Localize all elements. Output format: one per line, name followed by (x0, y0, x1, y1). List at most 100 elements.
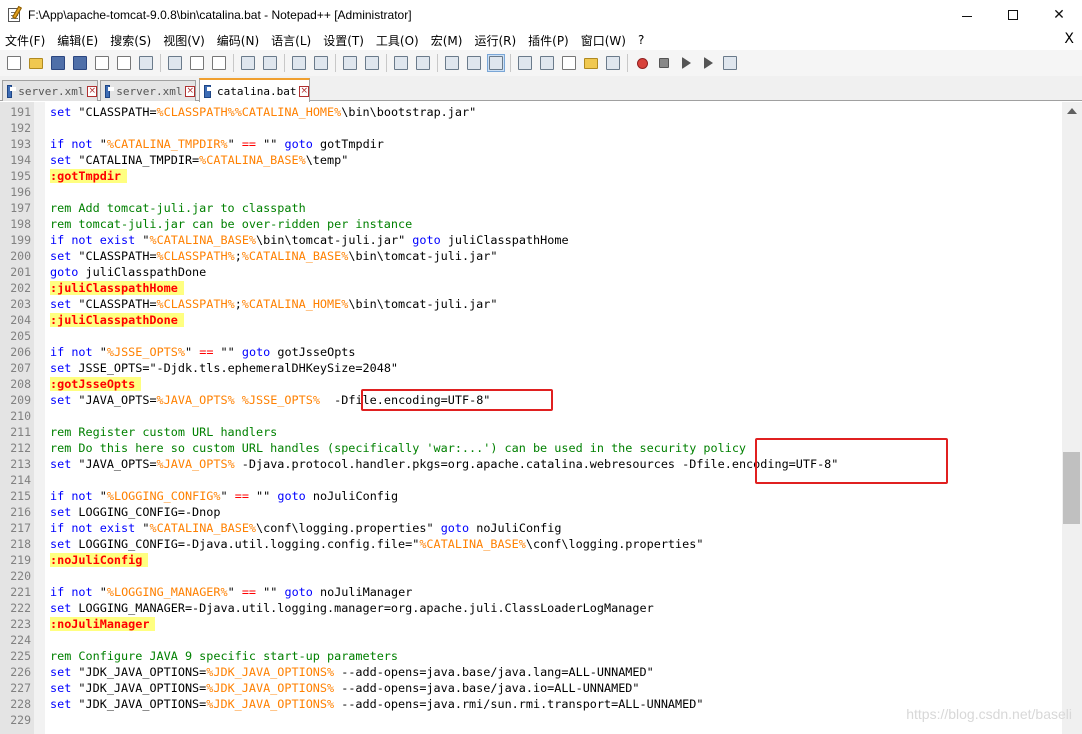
code-line[interactable]: 215 if not "%LOGGING_CONFIG%" == "" goto … (0, 488, 1062, 504)
code-line[interactable]: 205 (0, 328, 1062, 344)
code-line[interactable]: 213 set "JAVA_OPTS=%JAVA_OPTS% -Djava.pro… (0, 456, 1062, 472)
code-line[interactable]: 210 (0, 408, 1062, 424)
undo-icon[interactable] (239, 54, 257, 72)
copy-icon[interactable] (188, 54, 206, 72)
code-line[interactable]: 212 rem Do this here so custom URL handle… (0, 440, 1062, 456)
folder-workspace-icon[interactable] (582, 54, 600, 72)
menu-window[interactable]: 窗口(W) (576, 32, 633, 49)
menu-run[interactable]: 运行(R) (469, 32, 523, 49)
monitoring-icon[interactable] (604, 54, 622, 72)
code-line[interactable]: 203 set "CLASSPATH=%CLASSPATH%;%CATALINA_… (0, 296, 1062, 312)
close-icon[interactable] (93, 54, 111, 72)
code-line[interactable]: 192 (0, 120, 1062, 136)
code-line[interactable]: 218 set LOGGING_CONFIG=-Djava.util.loggin… (0, 536, 1062, 552)
code-line[interactable]: 196 (0, 184, 1062, 200)
close-window-button[interactable]: ✕ (1036, 0, 1082, 30)
code-line[interactable]: 208:gotJsseOpts (0, 376, 1062, 392)
scrollbar-thumb[interactable] (1063, 452, 1080, 524)
save-macro-icon[interactable] (721, 54, 739, 72)
menu-encoding[interactable]: 编码(N) (212, 32, 266, 49)
tab-close-icon[interactable]: × (87, 85, 97, 97)
code-line[interactable]: 216 set LOGGING_CONFIG=-Dnop (0, 504, 1062, 520)
keyword-token: set (50, 249, 72, 263)
maximize-button[interactable] (990, 0, 1036, 30)
code-editor[interactable]: 191 set "CLASSPATH=%CLASSPATH%%CATALINA_H… (0, 102, 1062, 734)
code-line[interactable]: 219:noJuliConfig (0, 552, 1062, 568)
menu-settings[interactable]: 设置(T) (318, 32, 371, 49)
menu-help[interactable]: ? (633, 33, 651, 47)
stop-record-icon[interactable] (655, 54, 673, 72)
vertical-scrollbar[interactable] (1062, 102, 1082, 734)
code-line[interactable]: 201 goto juliClasspathDone (0, 264, 1062, 280)
code-line[interactable]: 206 if not "%JSSE_OPTS%" == "" goto gotJs… (0, 344, 1062, 360)
code-line[interactable]: 217 if not exist "%CATALINA_BASE%\conf\lo… (0, 520, 1062, 536)
find-icon[interactable] (290, 54, 308, 72)
print-icon[interactable] (137, 54, 155, 72)
line-number: 221 (10, 585, 31, 599)
tab-close-icon[interactable]: × (185, 85, 195, 97)
zoom-out-icon[interactable] (363, 54, 381, 72)
tab-catalina-bat[interactable]: catalina.bat × (199, 78, 310, 102)
code-line[interactable]: 202:juliClasspathHome (0, 280, 1062, 296)
menu-file[interactable]: 文件(F) (0, 32, 52, 49)
function-list-icon[interactable] (560, 54, 578, 72)
menu-language[interactable]: 语言(L) (266, 32, 318, 49)
code-line[interactable]: 194 set "CATALINA_TMPDIR=%CATALINA_BASE%\… (0, 152, 1062, 168)
code-line[interactable]: 223:noJuliManager (0, 616, 1062, 632)
close-all-icon[interactable] (115, 54, 133, 72)
code-line[interactable]: 225 rem Configure JAVA 9 specific start-u… (0, 648, 1062, 664)
code-line[interactable]: 226 set "JDK_JAVA_OPTIONS=%JDK_JAVA_OPTIO… (0, 664, 1062, 680)
code-line[interactable]: 198 rem tomcat-juli.jar can be over-ridde… (0, 216, 1062, 232)
code-line[interactable]: 209 set "JAVA_OPTS=%JAVA_OPTS% %JSSE_OPTS… (0, 392, 1062, 408)
code-line[interactable]: 199 if not exist "%CATALINA_BASE%\bin\tom… (0, 232, 1062, 248)
code-line[interactable]: 229 (0, 712, 1062, 728)
tab-close-icon[interactable]: × (299, 85, 309, 97)
menu-search[interactable]: 搜索(S) (105, 32, 158, 49)
tab-server-xml-2[interactable]: server.xml × (100, 80, 196, 101)
code-line[interactable]: 211 rem Register custom URL handlers (0, 424, 1062, 440)
redo-icon[interactable] (261, 54, 279, 72)
code-line[interactable]: 220 (0, 568, 1062, 584)
menu-macro[interactable]: 宏(M) (426, 32, 470, 49)
sync-horizontal-icon[interactable] (414, 54, 432, 72)
cut-icon[interactable] (166, 54, 184, 72)
code-line[interactable]: 214 (0, 472, 1062, 488)
code-line[interactable]: 200 set "CLASSPATH=%CLASSPATH%;%CATALINA_… (0, 248, 1062, 264)
replace-icon[interactable] (312, 54, 330, 72)
show-all-chars-icon[interactable] (465, 54, 483, 72)
menu-plugins[interactable]: 插件(P) (523, 32, 576, 49)
code-line[interactable]: 222 set LOGGING_MANAGER=-Djava.util.loggi… (0, 600, 1062, 616)
code-line[interactable]: 207 set JSSE_OPTS="-Djdk.tls.ephemeralDHK… (0, 360, 1062, 376)
run-macro-multiple-icon[interactable] (699, 54, 717, 72)
menu-view[interactable]: 视图(V) (158, 32, 212, 49)
code-line[interactable]: 204:juliClasspathDone (0, 312, 1062, 328)
line-code: set "CLASSPATH=%CLASSPATH%;%CATALINA_BAS… (50, 248, 498, 264)
menu-tools[interactable]: 工具(O) (371, 32, 426, 49)
code-line[interactable]: 193 if not "%CATALINA_TMPDIR%" == "" goto… (0, 136, 1062, 152)
minimize-button[interactable] (944, 0, 990, 30)
code-line[interactable]: 227 set "JDK_JAVA_OPTIONS=%JDK_JAVA_OPTIO… (0, 680, 1062, 696)
paste-icon[interactable] (210, 54, 228, 72)
play-macro-icon[interactable] (677, 54, 695, 72)
code-line[interactable]: 228 set "JDK_JAVA_OPTIONS=%JDK_JAVA_OPTIO… (0, 696, 1062, 712)
tab-server-xml-1[interactable]: server.xml × (2, 80, 98, 101)
scroll-up-icon[interactable] (1067, 108, 1077, 114)
new-file-icon[interactable] (5, 54, 23, 72)
save-icon[interactable] (49, 54, 67, 72)
doc-map-icon[interactable] (538, 54, 556, 72)
code-line[interactable]: 191 set "CLASSPATH=%CLASSPATH%%CATALINA_H… (0, 104, 1062, 120)
code-line[interactable]: 195:gotTmpdir (0, 168, 1062, 184)
code-line[interactable]: 221 if not "%LOGGING_MANAGER%" == "" goto… (0, 584, 1062, 600)
open-file-icon[interactable] (27, 54, 45, 72)
save-all-icon[interactable] (71, 54, 89, 72)
code-line[interactable]: 197 rem Add tomcat-juli.jar to classpath (0, 200, 1062, 216)
sync-vertical-icon[interactable] (392, 54, 410, 72)
zoom-in-icon[interactable] (341, 54, 359, 72)
indent-guide-icon[interactable] (487, 54, 505, 72)
record-macro-icon[interactable] (633, 54, 651, 72)
udl-icon[interactable] (516, 54, 534, 72)
code-line[interactable]: 224 (0, 632, 1062, 648)
word-wrap-icon[interactable] (443, 54, 461, 72)
close-document-button[interactable]: X (1064, 31, 1074, 47)
menu-edit[interactable]: 编辑(E) (52, 32, 105, 49)
